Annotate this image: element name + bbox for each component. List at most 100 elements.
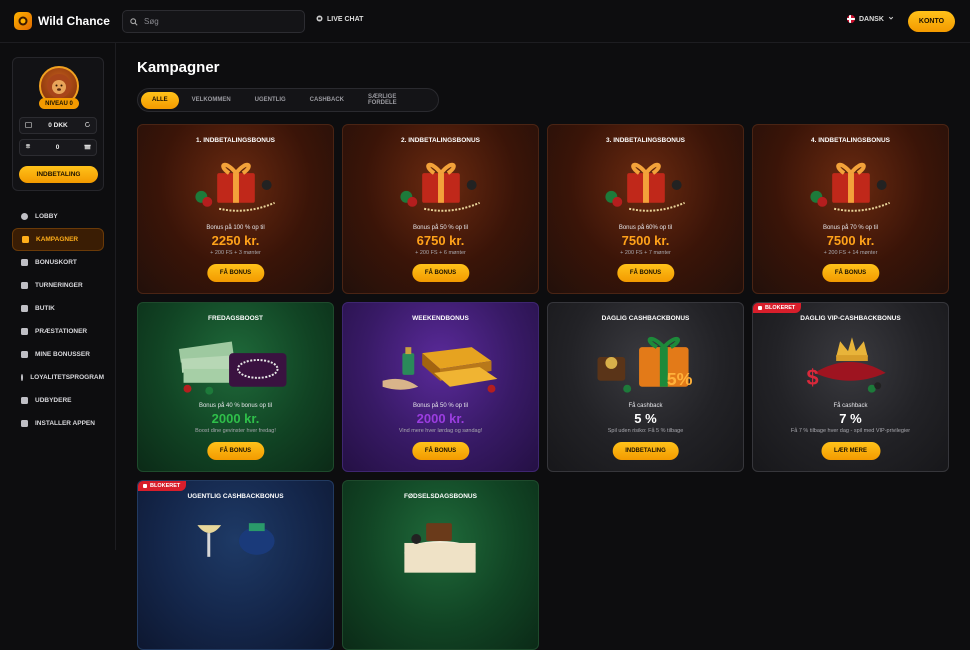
sidebar-item-label: TURNERINGER xyxy=(35,282,83,289)
card-subtitle: Få cashback xyxy=(833,403,868,409)
card-amount: 5 % xyxy=(634,411,657,426)
sidebar-item-installer-appen[interactable]: INSTALLER APPEN xyxy=(12,412,104,435)
tab-ugentlig[interactable]: UGENTLIG xyxy=(244,92,297,109)
get-bonus-button[interactable]: FÅ BONUS xyxy=(821,264,880,282)
badge-label: BLOKERET xyxy=(150,483,181,489)
gift-box-icon xyxy=(400,162,480,212)
card-amount: 7500 kr. xyxy=(621,233,670,248)
promo-card-birthday-bonus[interactable]: FØDSELSDAGSBONUS xyxy=(342,480,539,650)
get-bonus-button[interactable]: FÅ BONUS xyxy=(411,264,470,282)
gift-box-icon xyxy=(810,162,890,212)
live-chat-link[interactable]: LIVE CHAT xyxy=(316,15,363,24)
champagne-icon xyxy=(197,523,275,557)
tab-velkommen[interactable]: VELKOMMEN xyxy=(181,92,242,109)
card-extra: Spil uden risiko: Få 5 % tilbage xyxy=(607,428,684,434)
promo-card-friday-boost[interactable]: FREDAGSBOOST Bonus på 40 % bonus op til … xyxy=(137,302,334,472)
promo-card-daily-vip-cashback[interactable]: BLOKERET DAGLIG VIP-CASHBACKBONUS $ Få c… xyxy=(752,302,949,472)
promo-card-weekend-bonus[interactable]: WEEKENDBONUS Bonus på 50 % op til 2000 k… xyxy=(342,302,539,472)
download-icon xyxy=(21,420,28,427)
money-jewelry-icon xyxy=(178,341,287,395)
lock-icon xyxy=(758,306,762,310)
lock-icon xyxy=(143,484,147,488)
deposit-button[interactable]: INDBETALING xyxy=(612,442,679,460)
card-title: UGENTLIG CASHBACKBONUS xyxy=(187,493,284,500)
gift-box-icon xyxy=(195,162,275,212)
sidebar-item-lobby[interactable]: LOBBY xyxy=(12,205,104,228)
birthday-cake-icon xyxy=(404,523,476,573)
sidebar-item-loyalitetsprogram[interactable]: LOYALITETSPROGRAM xyxy=(12,366,104,389)
sidebar-item-turneringer[interactable]: TURNERINGER xyxy=(12,274,104,297)
card-extra: Vind mere hver lørdag og søndag! xyxy=(398,428,483,434)
promo-card-daily-cashback[interactable]: DAGLIG CASHBACKBONUS 5% Få cashback 5 % … xyxy=(547,302,744,472)
logo[interactable]: Wild Chance xyxy=(14,12,110,30)
level-badge: NIVEAU 0 xyxy=(39,98,79,109)
promo-card-deposit-4[interactable]: 4. INDBETALINGSBONUS Bonus på 70 % op ti… xyxy=(752,124,949,294)
sidebar-nav: LOBBY KAMPAGNER BONUSKORT TURNERINGER BU… xyxy=(12,205,104,435)
profile-panel: NIVEAU 0 0 DKK 0 INDBETALING xyxy=(12,57,104,191)
medal-icon xyxy=(21,328,28,335)
card-amount: 2000 kr. xyxy=(416,411,465,426)
language-selector[interactable]: DANSK xyxy=(847,15,894,23)
account-button[interactable]: KONTO xyxy=(908,11,955,32)
deposit-button[interactable]: INDBETALING xyxy=(19,166,98,183)
card-amount: 7500 kr. xyxy=(826,233,875,248)
tab-alle[interactable]: ALLE xyxy=(141,91,179,109)
grid-icon xyxy=(21,397,28,404)
card-title: DAGLIG VIP-CASHBACKBONUS xyxy=(800,315,901,322)
sidebar-item-bonuskort[interactable]: BONUSKORT xyxy=(12,251,104,274)
promo-card-deposit-2[interactable]: 2. INDBETALINGSBONUS Bonus på 50 % op ti… xyxy=(342,124,539,294)
sidebar-item-praestationer[interactable]: PRÆSTATIONER xyxy=(12,320,104,343)
refresh-icon xyxy=(84,121,91,130)
card-extra: Boost dine gevinster hver fredag! xyxy=(195,428,276,434)
card-subtitle: Bonus på 100 % op til xyxy=(206,225,265,231)
blocked-badge: BLOKERET xyxy=(753,303,802,313)
wallet-icon xyxy=(25,121,32,130)
get-bonus-button[interactable]: FÅ BONUS xyxy=(411,442,470,460)
brand-name: Wild Chance xyxy=(38,14,110,28)
page-title: Kampagner xyxy=(137,59,220,76)
card-extra: + 200 FS + 3 mønter xyxy=(210,250,261,256)
get-bonus-button[interactable]: FÅ BONUS xyxy=(616,264,675,282)
campaign-icon xyxy=(22,236,29,243)
trophy-icon xyxy=(21,282,28,289)
card-subtitle: Bonus på 60% op til xyxy=(618,225,673,231)
coins-icon xyxy=(25,143,31,152)
tab-cashback[interactable]: CASHBACK xyxy=(299,92,355,109)
bonus-balance-row[interactable]: 0 xyxy=(19,139,97,156)
get-bonus-button[interactable]: FÅ BONUS xyxy=(206,442,265,460)
tab-saerlige-fordele[interactable]: SÆRLIGE FORDELE xyxy=(357,92,435,109)
search-box[interactable] xyxy=(122,10,305,33)
chat-icon xyxy=(316,15,323,24)
card-title: 1. INDBETALINGSBONUS xyxy=(196,137,275,144)
card-title: 3. INDBETALINGSBONUS xyxy=(606,137,685,144)
lobby-icon xyxy=(21,213,28,220)
sidebar-item-label: INSTALLER APPEN xyxy=(35,420,95,427)
gift-small-icon xyxy=(84,143,91,152)
learn-more-button[interactable]: LÆR MERE xyxy=(821,442,880,460)
gift-icon xyxy=(21,351,28,358)
crown-pillow-icon: $ xyxy=(806,337,886,393)
get-bonus-button[interactable]: FÅ BONUS xyxy=(206,264,265,282)
svg-text:5%: 5% xyxy=(667,369,693,389)
promo-card-deposit-1[interactable]: 1. INDBETALINGSBONUS Bonus på 100 % op t… xyxy=(137,124,334,294)
sidebar-item-kampagner[interactable]: KAMPAGNER xyxy=(12,228,104,251)
filter-tabs: ALLE VELKOMMEN UGENTLIG CASHBACK SÆRLIGE… xyxy=(137,88,439,112)
sidebar-item-udbydere[interactable]: UDBYDERE xyxy=(12,389,104,412)
sidebar-item-mine-bonusser[interactable]: MINE BONUSSER xyxy=(12,343,104,366)
balance-value: 0 DKK xyxy=(48,122,68,129)
search-input[interactable] xyxy=(144,17,294,26)
search-icon xyxy=(130,13,138,31)
card-extra: + 200 FS + 14 mønter xyxy=(823,250,878,256)
card-title: FØDSELSDAGSBONUS xyxy=(404,493,477,500)
svg-text:$: $ xyxy=(806,365,818,390)
gold-bars-icon xyxy=(382,347,498,393)
sidebar-item-butik[interactable]: BUTIK xyxy=(12,297,104,320)
card-title: FREDAGSBOOST xyxy=(208,315,263,322)
promo-card-weekly-cashback[interactable]: BLOKERET UGENTLIG CASHBACKBONUS xyxy=(137,480,334,650)
card-extra: Få 7 % tilbage hver dag - spil med VIP-p… xyxy=(790,428,911,434)
card-amount: 7 % xyxy=(839,411,862,426)
balance-row[interactable]: 0 DKK xyxy=(19,117,97,134)
cashback-gift-icon: 5% xyxy=(597,336,693,393)
promo-card-deposit-3[interactable]: 3. INDBETALINGSBONUS Bonus på 60% op til… xyxy=(547,124,744,294)
card-title: 2. INDBETALINGSBONUS xyxy=(401,137,480,144)
